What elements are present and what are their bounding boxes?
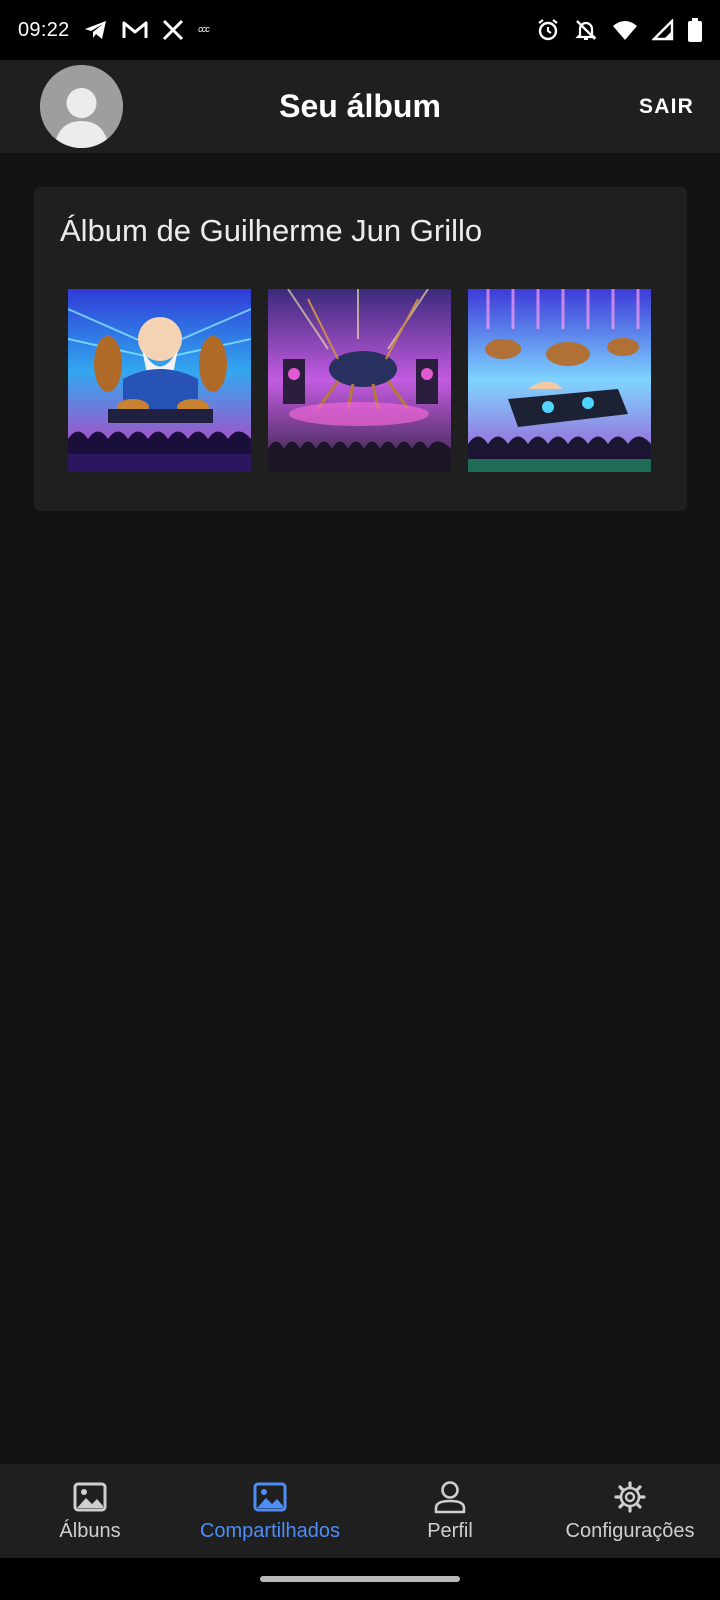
album-photo[interactable] (268, 289, 451, 472)
x-icon (162, 18, 184, 42)
signal-icon (652, 18, 674, 42)
nav-label: Perfil (427, 1519, 473, 1542)
bottom-navigation: Álbuns Compartilhados Perfil Configuraçõ… (0, 1464, 720, 1558)
gesture-handle[interactable] (260, 1576, 460, 1582)
album-title: Álbum de Guilherme Jun Grillo (60, 213, 483, 248)
person-outline-icon (433, 1480, 467, 1514)
nav-label: Configurações (565, 1519, 695, 1542)
nav-item-settings[interactable]: Configurações (540, 1464, 720, 1558)
gmail-icon (122, 18, 148, 42)
album-photo[interactable] (468, 289, 651, 472)
gear-icon (613, 1480, 647, 1514)
person-icon (40, 65, 123, 148)
screen: 09:22 ᶜᶜᶜ Seu álbum SAIR Álbum de Guilhe… (0, 0, 720, 1600)
album-card[interactable]: Álbum de Guilherme Jun Grillo (34, 187, 687, 511)
image-shared-icon (253, 1480, 287, 1514)
notifications-off-icon (574, 18, 598, 42)
logout-button[interactable]: SAIR (639, 88, 694, 126)
nav-label: Compartilhados (199, 1519, 341, 1542)
telegram-icon (84, 18, 108, 42)
alarm-icon (536, 18, 560, 42)
status-time: 09:22 (18, 18, 70, 41)
camera-app-icon: ᶜᶜᶜ (197, 22, 210, 38)
avatar[interactable] (40, 65, 123, 148)
nav-label: Álbuns (59, 1519, 121, 1542)
wifi-icon (612, 18, 638, 42)
nav-item-albums[interactable]: Álbuns (0, 1464, 180, 1558)
status-right (536, 18, 702, 42)
album-photo[interactable] (68, 289, 251, 472)
nav-item-shared[interactable]: Compartilhados (180, 1464, 360, 1558)
nav-item-profile[interactable]: Perfil (360, 1464, 540, 1558)
status-left: 09:22 ᶜᶜᶜ (18, 18, 210, 42)
image-icon (73, 1480, 107, 1514)
app-bar: Seu álbum SAIR (0, 60, 720, 153)
status-bar: 09:22 ᶜᶜᶜ (0, 0, 720, 60)
battery-icon (688, 18, 702, 42)
